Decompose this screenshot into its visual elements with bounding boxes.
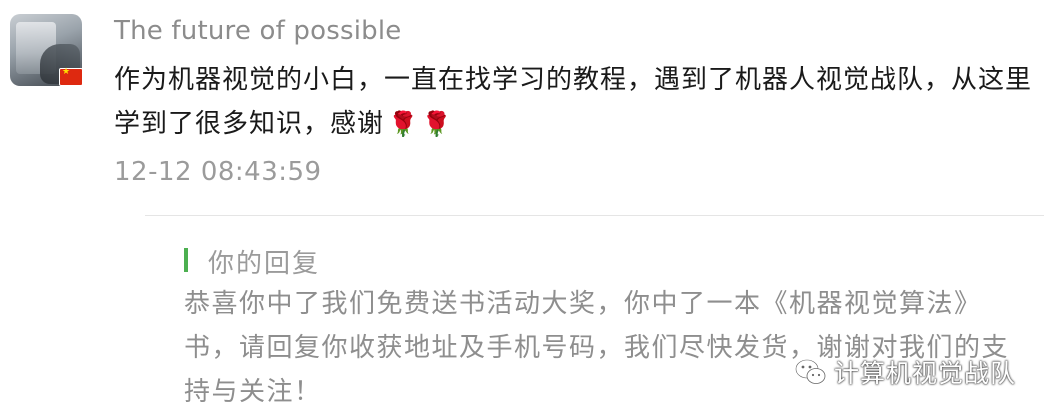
reply-label: 你的回复	[208, 249, 321, 279]
comment-body: 作为机器视觉的小白，一直在找学习的教程，遇到了机器人视觉战队，从这里学到了很多知…	[114, 65, 1033, 139]
reply-text: 恭喜你中了我们免费送书活动大奖，你中了一本《机器视觉算法》书，请回复你收获地址及…	[184, 289, 1010, 407]
comment-username[interactable]: The future of possible	[114, 16, 401, 46]
comment-timestamp: 12-12 08:43:59	[114, 157, 322, 187]
reply-divider	[145, 215, 1044, 216]
reply-accent-bar	[184, 248, 188, 272]
watermark: 计算机视觉战队	[794, 352, 1016, 392]
wechat-icon	[794, 358, 826, 384]
rose-emoji-icon: 🌹🌹	[388, 110, 456, 138]
watermark-text: 计算机视觉战队	[834, 359, 1017, 388]
china-flag-icon: ★	[59, 68, 83, 86]
flag-star-icon: ★	[62, 67, 71, 77]
comment-text: 作为机器视觉的小白，一直在找学习的教程，遇到了机器人视觉战队，从这里学到了很多知…	[114, 58, 1034, 146]
comment-card: ★ The future of possible 作为机器视觉的小白，一直在找学…	[0, 0, 1044, 416]
